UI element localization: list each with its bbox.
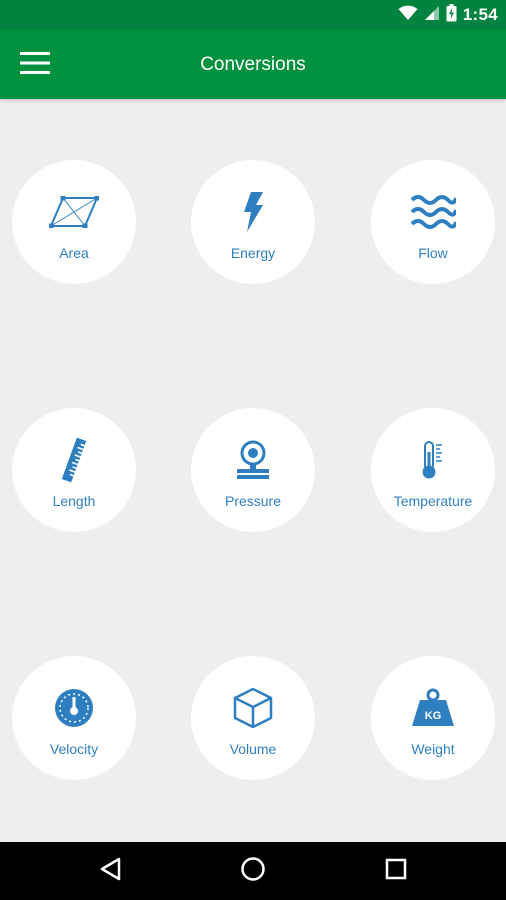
conversion-tile-area[interactable]: Area (12, 160, 136, 284)
back-icon (100, 857, 122, 886)
conversion-tile-velocity[interactable]: Velocity (12, 656, 136, 780)
system-nav-bar (0, 842, 506, 900)
pressure-icon (191, 438, 315, 482)
conversion-label: Pressure (224, 493, 282, 509)
conversion-label: Flow (418, 245, 448, 261)
home-button[interactable] (233, 851, 273, 891)
weight-icon-text: KG (425, 710, 442, 722)
hamburger-menu-icon (20, 51, 50, 79)
conversion-tile-volume[interactable]: Volume (191, 656, 315, 780)
conversion-label: Energy (230, 245, 276, 261)
conversion-label: Temperature (393, 493, 473, 509)
recents-icon (385, 858, 407, 885)
conversion-label: Volume (229, 741, 277, 757)
length-icon (12, 437, 136, 483)
velocity-icon (12, 686, 136, 730)
battery-charging-icon (446, 3, 457, 27)
conversion-label: Length (52, 493, 96, 509)
conversion-tile-pressure[interactable]: Pressure (191, 408, 315, 532)
conversion-tile-temperature[interactable]: Temperature (371, 408, 495, 532)
conversion-tile-weight[interactable]: KG Weight (371, 656, 495, 780)
volume-icon (191, 686, 315, 730)
menu-button[interactable] (14, 44, 56, 86)
conversion-label: Area (59, 245, 89, 261)
conversion-label: Weight (411, 741, 455, 757)
status-icons: 1:54 (398, 3, 498, 27)
back-button[interactable] (91, 851, 131, 891)
energy-icon (191, 190, 315, 234)
cellular-signal-icon (424, 5, 440, 26)
weight-icon: KG (371, 686, 495, 730)
status-bar: 1:54 (0, 0, 506, 30)
home-icon (240, 856, 266, 887)
temperature-icon (371, 438, 495, 482)
area-icon (12, 190, 136, 234)
app-bar: Conversions (0, 30, 506, 99)
conversion-tile-length[interactable]: Length (12, 408, 136, 532)
conversion-tile-flow[interactable]: Flow (371, 160, 495, 284)
recents-button[interactable] (376, 851, 416, 891)
conversion-tile-energy[interactable]: Energy (191, 160, 315, 284)
page-title: Conversions (200, 54, 306, 75)
wifi-icon (398, 5, 418, 26)
status-time: 1:54 (462, 5, 498, 24)
conversion-grid: Area Energy Flow Length Pressure Tempera… (0, 99, 506, 842)
conversion-label: Velocity (49, 741, 99, 757)
flow-icon (371, 190, 495, 234)
